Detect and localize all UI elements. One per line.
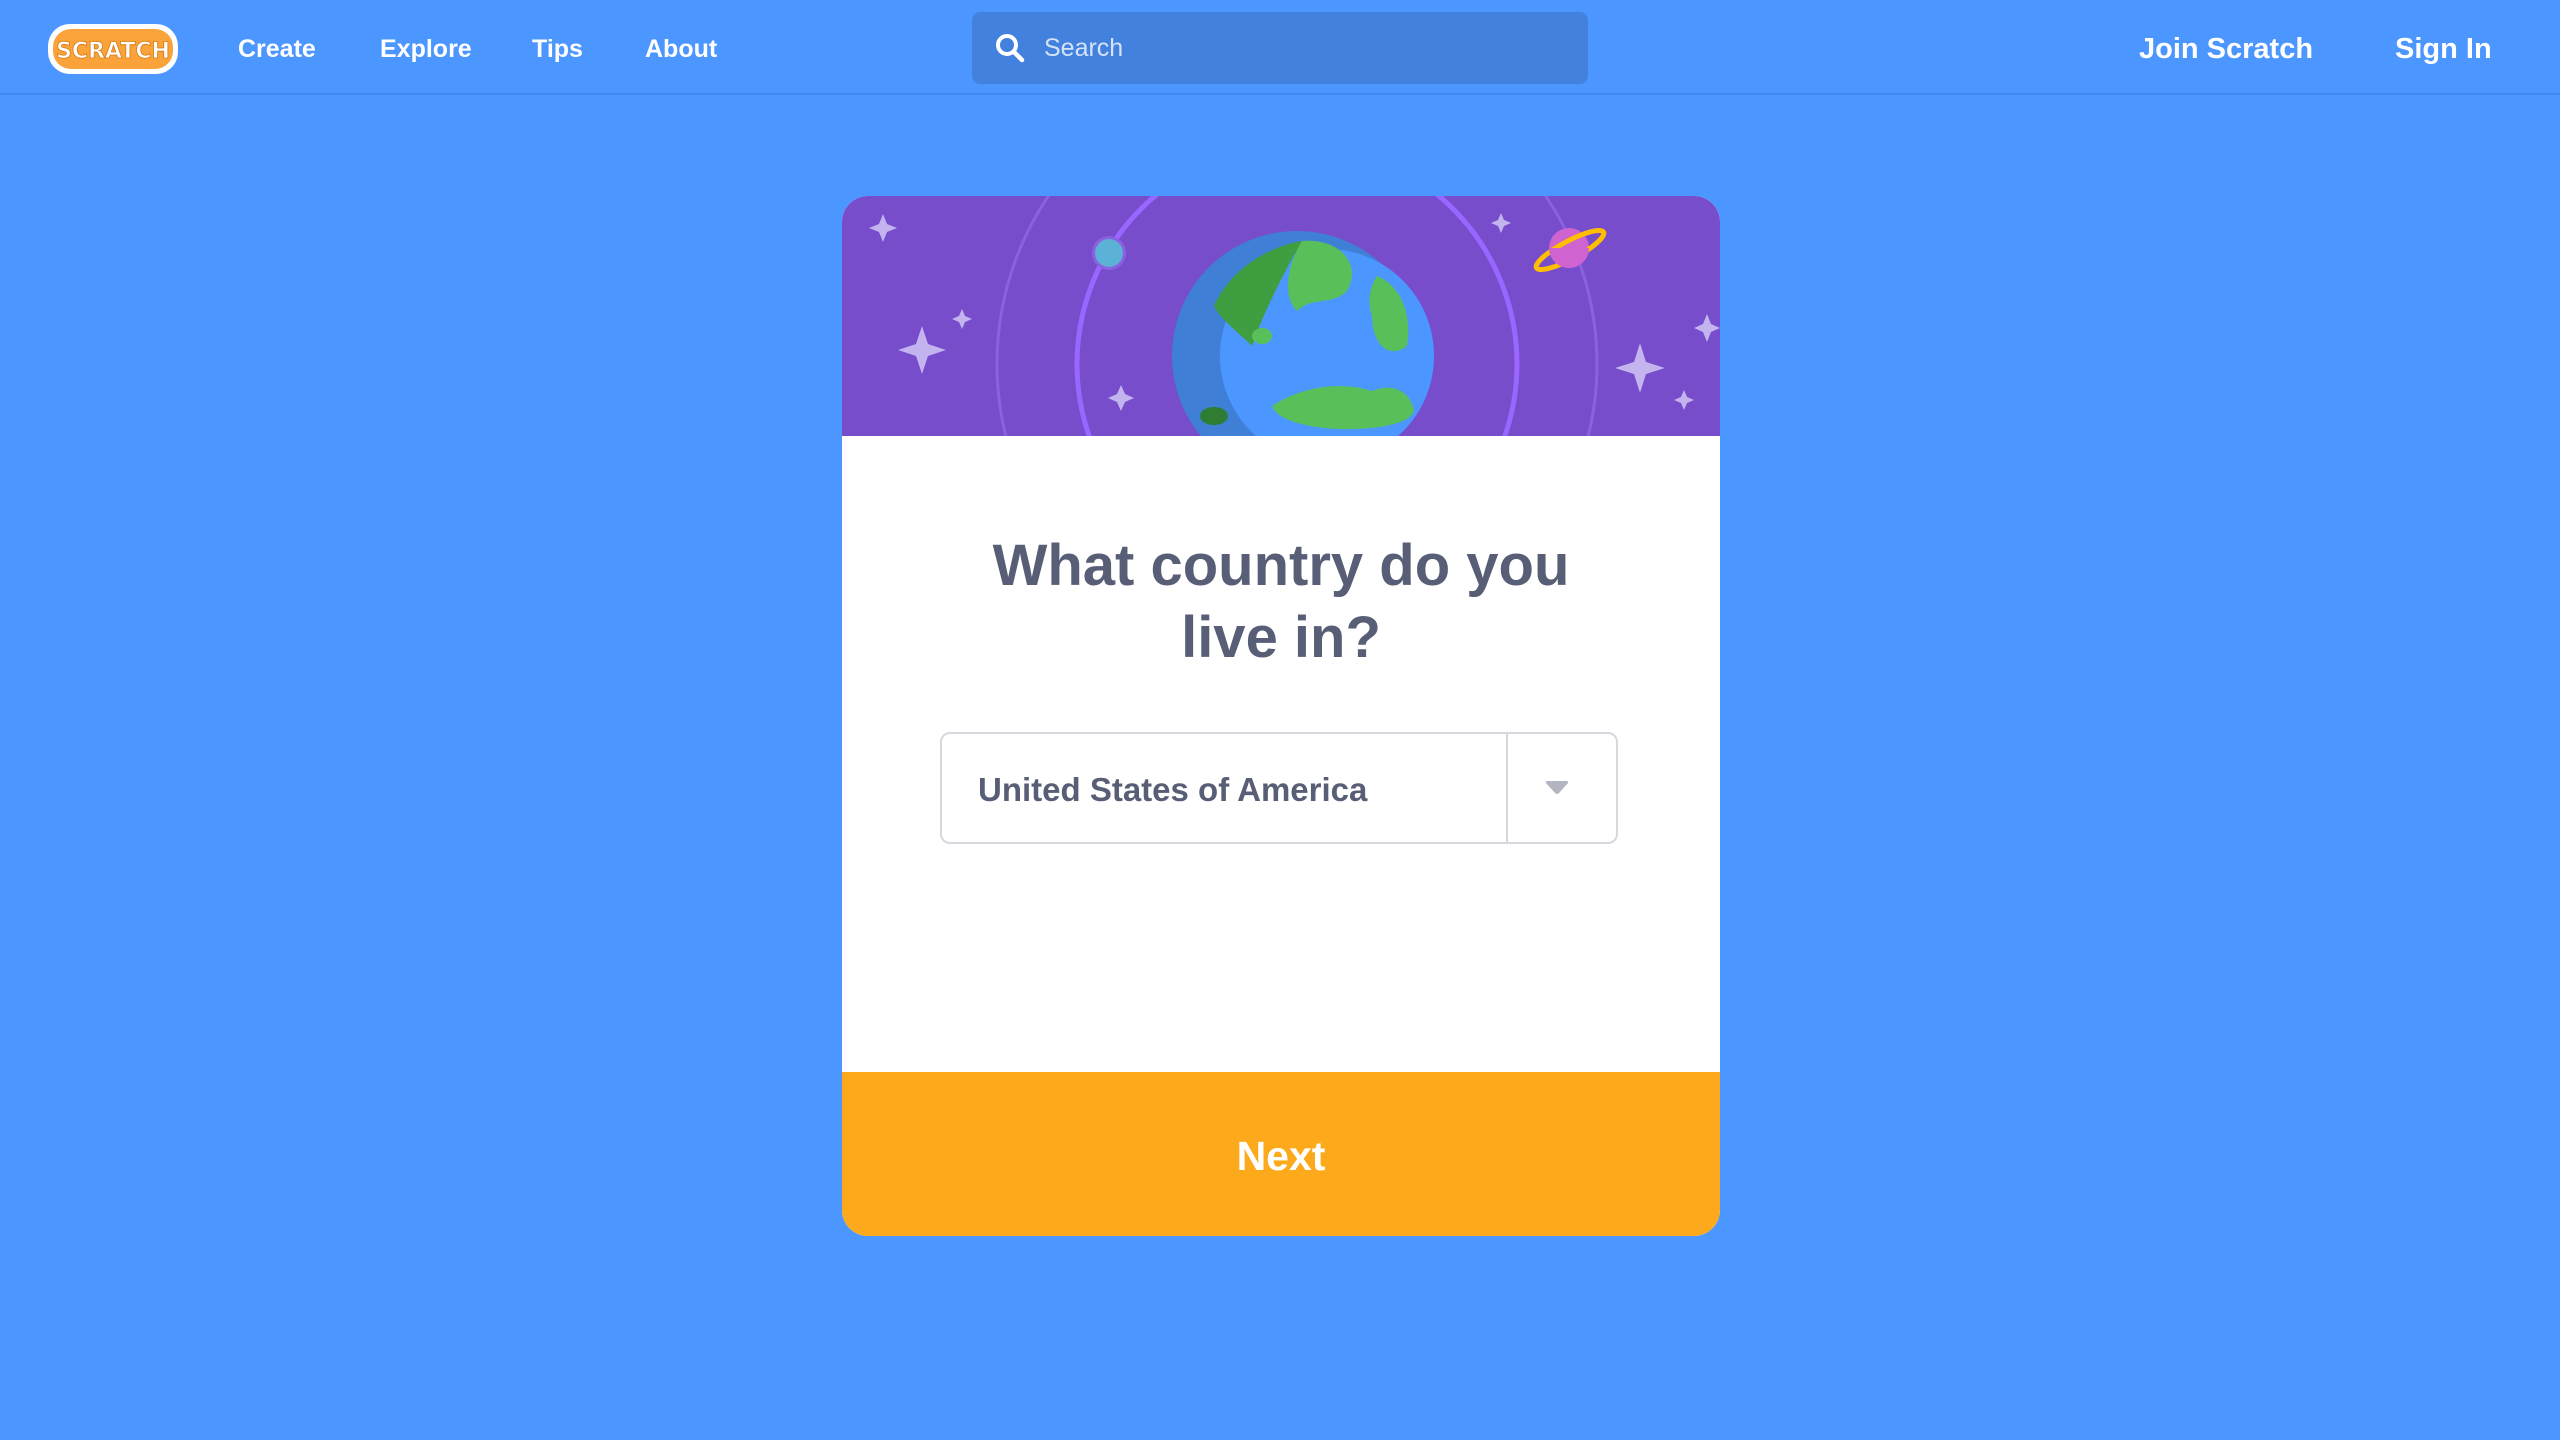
nav-create-link[interactable]: Create bbox=[238, 0, 316, 95]
nav-explore-link[interactable]: Explore bbox=[380, 0, 472, 95]
title-line-2: live in? bbox=[1181, 605, 1381, 670]
country-select[interactable]: United States of America bbox=[940, 732, 1618, 844]
search-input[interactable] bbox=[1044, 12, 1564, 84]
join-scratch-link[interactable]: Join Scratch bbox=[2139, 0, 2313, 95]
page-title: What country do you live in? bbox=[922, 530, 1640, 674]
country-selection-card: What country do you live in? United Stat… bbox=[842, 196, 1720, 1236]
globe-illustration bbox=[842, 196, 1720, 436]
select-divider bbox=[1506, 734, 1508, 842]
top-navigation-bar: SCRATCH Create Explore Tips About Join S… bbox=[0, 0, 2560, 95]
logo-text: SCRATCH bbox=[56, 39, 170, 64]
chevron-down-icon[interactable] bbox=[1542, 778, 1572, 798]
sign-in-link[interactable]: Sign In bbox=[2395, 0, 2492, 95]
next-button[interactable]: Next bbox=[842, 1072, 1720, 1236]
nav-about-link[interactable]: About bbox=[645, 0, 717, 95]
title-line-1: What country do you bbox=[992, 533, 1570, 598]
search-icon bbox=[996, 34, 1025, 63]
search-bar[interactable] bbox=[972, 12, 1588, 84]
country-select-value: United States of America bbox=[978, 771, 1368, 808]
scratch-logo[interactable]: SCRATCH bbox=[46, 22, 180, 76]
nav-tips-link[interactable]: Tips bbox=[532, 0, 583, 95]
